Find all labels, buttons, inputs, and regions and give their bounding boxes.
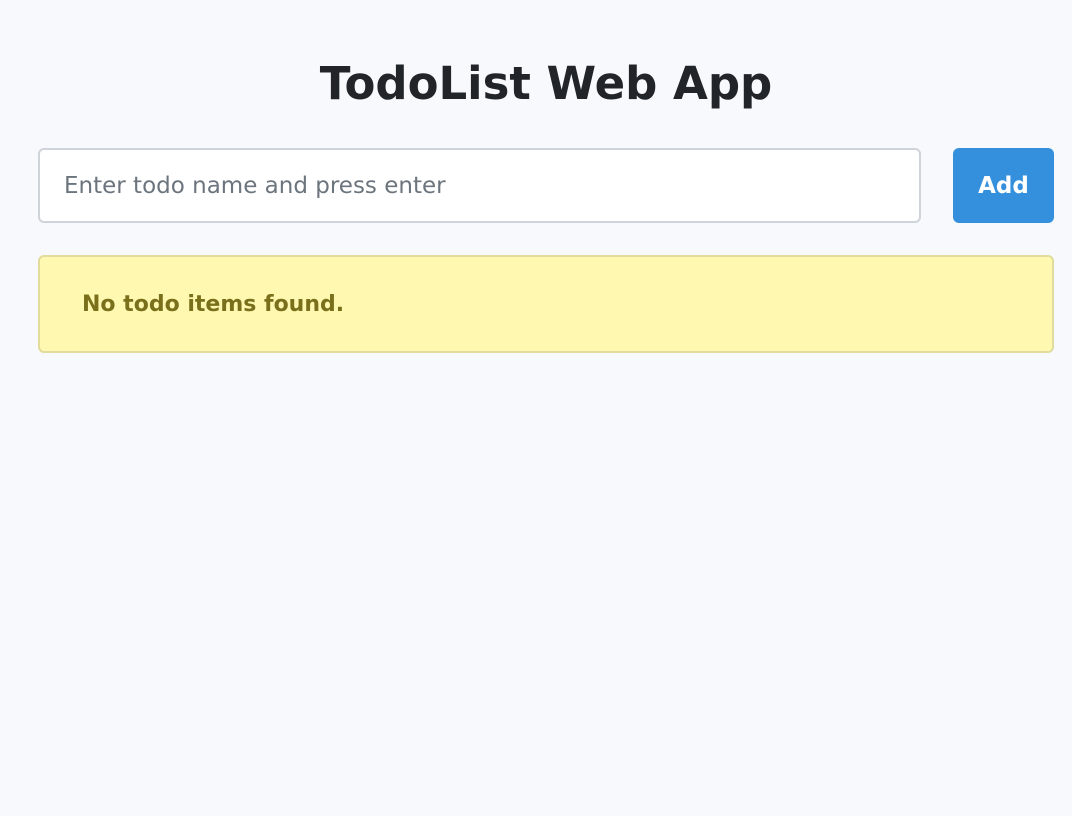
alert-message: No todo items found. bbox=[82, 291, 345, 317]
todo-name-input[interactable] bbox=[38, 148, 921, 223]
empty-state-alert: No todo items found. bbox=[38, 255, 1054, 353]
add-button[interactable]: Add bbox=[953, 148, 1054, 223]
todo-form: Add bbox=[38, 148, 1054, 223]
page-title: TodoList Web App bbox=[319, 57, 773, 110]
